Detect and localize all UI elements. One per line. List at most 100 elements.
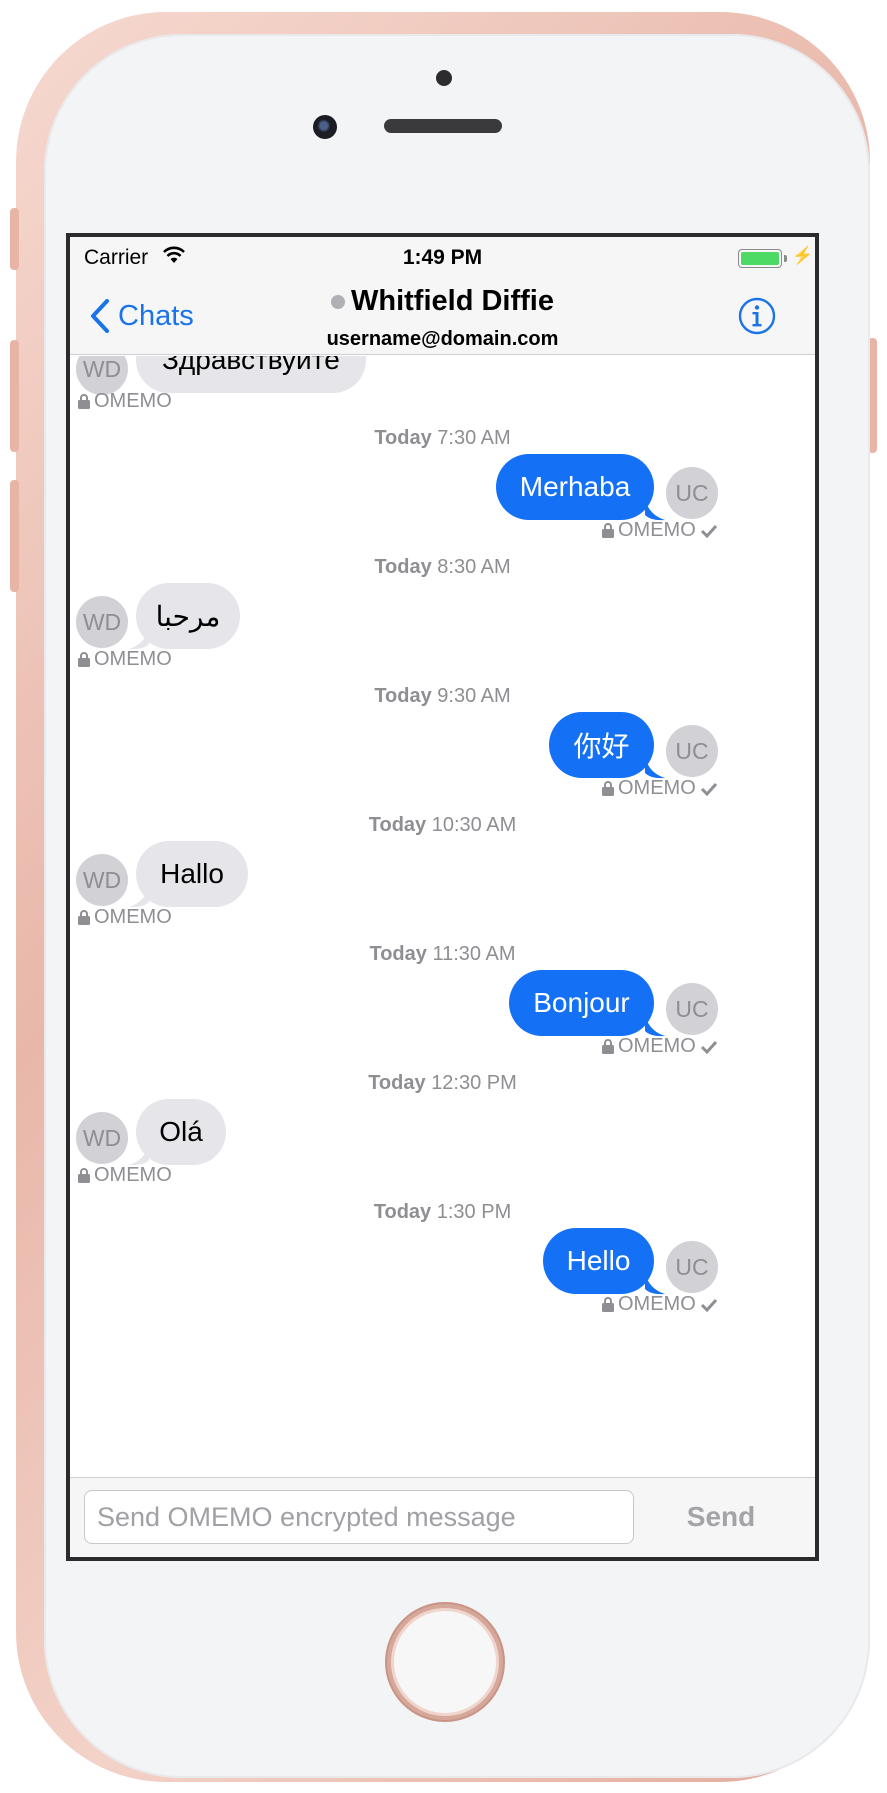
mute-switch <box>10 208 19 270</box>
delivered-checkmark-icon <box>700 782 717 796</box>
bubble-tail <box>645 499 665 521</box>
message-meta: OMEMO <box>602 1293 718 1316</box>
status-clock: 1:49 PM <box>402 246 483 269</box>
message-text: مرحبا <box>155 600 221 632</box>
message-text: Hallo <box>160 858 224 889</box>
message-text: Здравствуйте <box>162 356 340 375</box>
timestamp-time: 7:30 AM <box>437 427 511 449</box>
message-timestamp: Today 8:30 AM <box>70 556 815 579</box>
message-timestamp: Today 7:30 AM <box>70 427 815 450</box>
contact-avatar: WD <box>76 854 128 906</box>
timestamp-time: 12:30 PM <box>431 1072 517 1094</box>
encryption-label: OMEMO <box>618 1293 696 1315</box>
message-text: Olá <box>159 1116 203 1147</box>
contact-name: Whitfield Diffie <box>351 285 554 317</box>
volume-down-button <box>10 480 19 592</box>
contact-avatar: WD <box>76 1112 128 1164</box>
message-meta: OMEMO <box>78 648 172 671</box>
outgoing-message-bubble[interactable]: 你好 <box>549 712 654 778</box>
encryption-label: OMEMO <box>94 648 172 670</box>
timestamp-day: Today <box>374 685 432 707</box>
battery-icon <box>738 249 782 268</box>
conversation-title: Whitfield Diffie username@domain.com <box>70 285 815 351</box>
delivered-checkmark-icon <box>700 524 717 538</box>
timestamp-time: 10:30 AM <box>431 814 517 836</box>
encryption-label: OMEMO <box>94 1164 172 1186</box>
message-meta: OMEMO <box>78 906 172 929</box>
encryption-label: OMEMO <box>94 390 172 412</box>
message-timestamp: Today 1:30 PM <box>70 1201 815 1224</box>
message-meta: OMEMO <box>78 390 172 413</box>
timestamp-day: Today <box>373 1201 432 1223</box>
bubble-tail <box>645 757 665 779</box>
incoming-message-bubble[interactable]: Здравствуйте <box>136 356 366 393</box>
timestamp-time: 11:30 AM <box>432 943 516 965</box>
message-timestamp: Today 12:30 PM <box>70 1072 815 1095</box>
user-avatar: UC <box>666 467 718 519</box>
message-meta: OMEMO <box>602 777 718 800</box>
timestamp-day: Today <box>368 1072 426 1094</box>
user-avatar: UC <box>666 725 718 777</box>
lock-icon <box>602 523 614 538</box>
lock-icon <box>78 394 90 409</box>
presence-status-icon <box>331 294 345 309</box>
message-timestamp: Today 9:30 AM <box>70 685 815 708</box>
timestamp-day: Today <box>369 943 427 965</box>
message-meta: OMEMO <box>602 519 718 542</box>
contact-name-row: Whitfield Diffie <box>331 285 554 318</box>
encryption-label: OMEMO <box>618 519 696 541</box>
message-composer: Send <box>70 1477 815 1557</box>
timestamp-day: Today <box>374 556 432 578</box>
info-button[interactable] <box>737 296 777 336</box>
incoming-message-bubble[interactable]: Hallo <box>136 841 248 907</box>
lock-icon <box>78 1168 90 1183</box>
home-button[interactable] <box>387 1604 503 1720</box>
charging-bolt-icon: ⚡ <box>792 246 814 265</box>
delivered-checkmark-icon <box>700 1298 717 1312</box>
battery-tip <box>784 255 787 262</box>
lock-icon <box>602 1039 614 1054</box>
outgoing-message-bubble[interactable]: Merhaba <box>496 454 654 520</box>
lock-icon <box>78 910 90 925</box>
timestamp-time: 8:30 AM <box>437 556 511 578</box>
delivered-checkmark-icon <box>700 1040 717 1054</box>
message-meta: OMEMO <box>602 1035 718 1058</box>
proximity-sensor <box>436 70 452 86</box>
bubble-tail <box>645 1273 665 1295</box>
incoming-message-bubble[interactable]: مرحبا <box>136 583 240 649</box>
timestamp-day: Today <box>374 427 432 449</box>
message-meta: OMEMO <box>78 1164 172 1187</box>
info-icon <box>738 297 776 335</box>
outgoing-message-bubble[interactable]: Bonjour <box>509 970 654 1036</box>
timestamp-time: 1:30 PM <box>436 1201 512 1223</box>
navigation-header: Carrier 1:49 PM ⚡ Chats Whitfield Diffie… <box>70 237 815 355</box>
front-camera <box>313 115 337 139</box>
contact-avatar: WD <box>76 596 128 648</box>
user-avatar: UC <box>666 983 718 1035</box>
encryption-label: OMEMO <box>618 1035 696 1057</box>
outgoing-message-bubble[interactable]: Hello <box>543 1228 654 1294</box>
incoming-message-bubble[interactable]: Olá <box>136 1099 226 1165</box>
encryption-label: OMEMO <box>94 906 172 928</box>
volume-up-button <box>10 340 19 452</box>
timestamp-day: Today <box>368 814 427 836</box>
contact-address: username@domain.com <box>326 328 559 350</box>
user-avatar: UC <box>666 1241 718 1293</box>
status-bar: Carrier 1:49 PM ⚡ <box>70 237 815 277</box>
message-text: 你好 <box>573 731 630 762</box>
message-input[interactable] <box>84 1490 634 1544</box>
timestamp-time: 9:30 AM <box>437 685 511 707</box>
message-text: Merhaba <box>519 471 631 502</box>
lock-icon <box>602 781 614 796</box>
message-timestamp: Today 11:30 AM <box>70 943 815 966</box>
send-button[interactable]: Send <box>646 1490 796 1544</box>
lock-icon <box>602 1297 614 1312</box>
message-text: Hello <box>566 1245 631 1276</box>
message-timestamp: Today 10:30 AM <box>70 814 815 837</box>
encryption-label: OMEMO <box>618 777 696 799</box>
phone-screen: Carrier 1:49 PM ⚡ Chats Whitfield Diffie… <box>66 233 819 1561</box>
lock-icon <box>78 652 90 667</box>
bubble-tail <box>645 1015 665 1037</box>
message-list[interactable]: WD Здравствуйте OMEMO Today 7:30 AM Merh… <box>70 356 815 1477</box>
earpiece-speaker <box>384 119 502 133</box>
